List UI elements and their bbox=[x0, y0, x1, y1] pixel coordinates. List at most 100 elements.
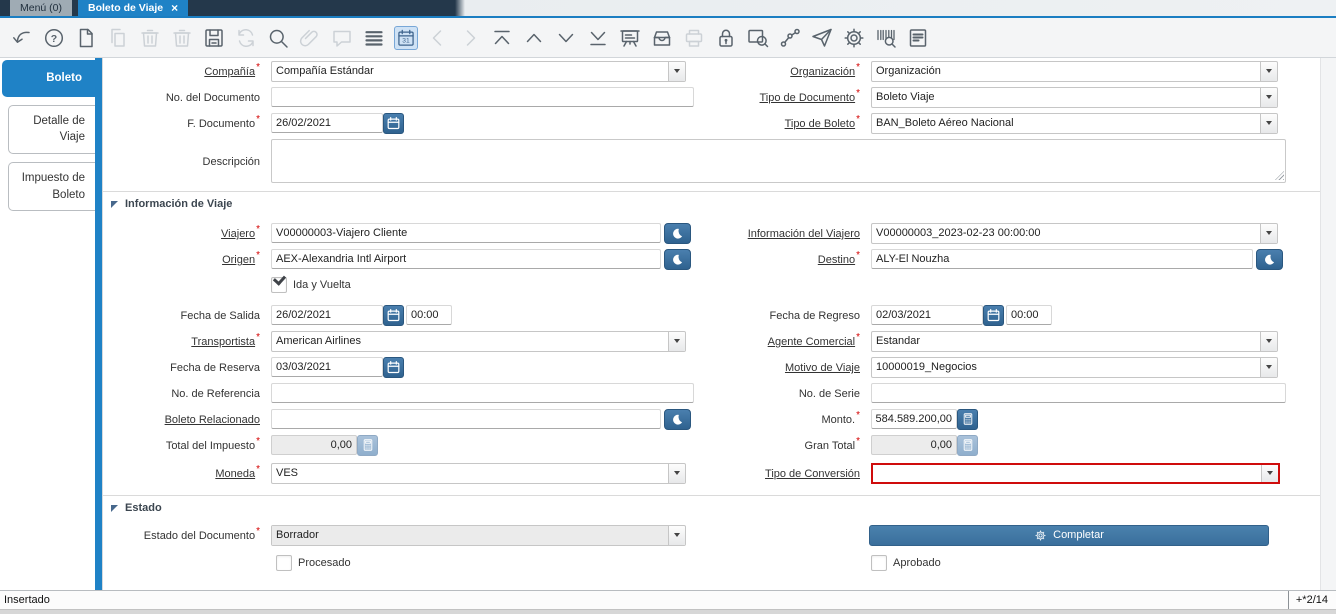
viajero-input[interactable]: V00000003-Viajero Cliente bbox=[271, 223, 661, 243]
sidebar-tab-boleto[interactable]: Boleto bbox=[2, 60, 95, 97]
moneda-dropdown-button[interactable] bbox=[668, 463, 685, 483]
fecha-salida-calendar-button[interactable] bbox=[383, 304, 404, 326]
fecha-regreso-time-input[interactable]: 00:00 bbox=[1006, 305, 1052, 325]
destino-label[interactable]: Destino bbox=[818, 254, 855, 266]
estado-documento-combobox[interactable]: Borrador bbox=[271, 524, 686, 546]
grid-toggle-icon[interactable] bbox=[362, 26, 386, 50]
f-documento-value: 26/02/2021 bbox=[276, 117, 332, 129]
f-documento-calendar-button[interactable] bbox=[383, 112, 404, 134]
no-serie-input[interactable] bbox=[871, 383, 1286, 403]
workflow-icon[interactable] bbox=[778, 26, 802, 50]
tipo-conversion-label[interactable]: Tipo de Conversión bbox=[765, 468, 860, 480]
viajero-label[interactable]: Viajero bbox=[221, 228, 255, 240]
transportista-dropdown-button[interactable] bbox=[668, 331, 685, 351]
organizacion-dropdown-button[interactable] bbox=[1260, 61, 1277, 81]
parent-record-icon[interactable] bbox=[522, 26, 546, 50]
agente-comercial-combobox[interactable]: Estandar bbox=[871, 330, 1278, 352]
aprobado-checkbox[interactable] bbox=[871, 555, 887, 571]
moneda-label[interactable]: Moneda bbox=[215, 468, 255, 480]
zoom-across-icon[interactable] bbox=[746, 26, 770, 50]
f-documento-label: F. Documento bbox=[187, 118, 256, 130]
origen-label[interactable]: Origen bbox=[222, 254, 255, 266]
procesado-checkbox[interactable] bbox=[276, 555, 292, 571]
boleto-relacionado-label[interactable]: Boleto Relacionado bbox=[165, 414, 260, 426]
calculator-icon bbox=[961, 412, 975, 426]
gran-total-label: Gran Total bbox=[804, 440, 856, 452]
destino-input[interactable]: ALY-El Nouzha bbox=[871, 249, 1253, 269]
preference-icon[interactable] bbox=[842, 26, 866, 50]
report-icon[interactable] bbox=[618, 26, 642, 50]
last-record-icon[interactable] bbox=[586, 26, 610, 50]
origen-lookup-button[interactable] bbox=[664, 248, 691, 270]
agente-comercial-dropdown-button[interactable] bbox=[1260, 331, 1277, 351]
motivo-viaje-dropdown-button[interactable] bbox=[1260, 357, 1277, 377]
tipo-boleto-combobox[interactable]: BAN_Boleto Aéreo Nacional bbox=[871, 112, 1278, 134]
tipo-documento-label[interactable]: Tipo de Documento bbox=[760, 92, 856, 104]
organizacion-combobox[interactable]: Organización bbox=[871, 60, 1278, 82]
origen-input[interactable]: AEX-Alexandria Intl Airport bbox=[271, 249, 661, 269]
close-icon[interactable]: × bbox=[171, 2, 178, 14]
archive-icon[interactable] bbox=[650, 26, 674, 50]
send-mail-icon[interactable] bbox=[810, 26, 834, 50]
descripcion-textarea[interactable] bbox=[271, 139, 1286, 183]
ida-y-vuelta-checkbox[interactable] bbox=[271, 272, 287, 293]
fecha-reserva-calendar-button[interactable] bbox=[383, 356, 404, 378]
info-viajero-combobox[interactable]: V00000003_2023-02-23 00:00:00 bbox=[871, 222, 1278, 244]
no-referencia-input[interactable] bbox=[271, 383, 694, 403]
first-record-icon[interactable] bbox=[490, 26, 514, 50]
collapse-triangle-icon[interactable] bbox=[111, 504, 118, 512]
fecha-reserva-input[interactable]: 03/03/2021 bbox=[271, 357, 383, 377]
no-documento-input[interactable] bbox=[271, 87, 694, 107]
transportista-label[interactable]: Transportista bbox=[191, 336, 255, 348]
boleto-relacionado-input[interactable] bbox=[271, 409, 661, 429]
calendar-icon[interactable]: 31 bbox=[394, 25, 418, 50]
completar-button[interactable]: Completar bbox=[869, 524, 1269, 546]
tipo-conversion-dropdown-button[interactable] bbox=[1261, 464, 1278, 482]
delete-record-icon bbox=[138, 26, 162, 50]
find-icon[interactable] bbox=[266, 26, 290, 50]
destino-lookup-button[interactable] bbox=[1256, 248, 1283, 270]
undo-icon[interactable] bbox=[10, 26, 34, 50]
compania-combobox[interactable]: Compañía Estándar bbox=[271, 60, 686, 82]
moneda-combobox[interactable]: VES bbox=[271, 462, 686, 484]
info-viajero-dropdown-button[interactable] bbox=[1260, 223, 1277, 243]
boleto-relacionado-lookup-button[interactable] bbox=[664, 408, 691, 430]
organizacion-label[interactable]: Organización bbox=[790, 66, 855, 78]
barcode-scan-icon[interactable] bbox=[874, 26, 898, 50]
lock-icon[interactable] bbox=[714, 26, 738, 50]
aprobado-label: Aprobado bbox=[893, 557, 941, 569]
fecha-regreso-calendar-button[interactable] bbox=[983, 304, 1004, 326]
fecha-salida-time-input[interactable]: 00:00 bbox=[406, 305, 452, 325]
compania-dropdown-button[interactable] bbox=[668, 61, 685, 81]
motivo-viaje-combobox[interactable]: 10000019_Negocios bbox=[871, 356, 1278, 378]
help-icon[interactable]: ? bbox=[42, 26, 66, 50]
collapse-triangle-icon[interactable] bbox=[111, 200, 118, 208]
tipo-documento-dropdown-button[interactable] bbox=[1260, 87, 1277, 107]
tipo-documento-combobox[interactable]: Boleto Viaje bbox=[871, 86, 1278, 108]
tab-menu[interactable]: Menú (0) bbox=[10, 0, 73, 16]
compania-label[interactable]: Compañía bbox=[204, 66, 255, 78]
estado-documento-dropdown-button[interactable] bbox=[668, 525, 685, 545]
transportista-combobox[interactable]: American Airlines bbox=[271, 330, 686, 352]
monto-input[interactable]: 584.589.200,00 bbox=[871, 409, 957, 429]
monto-calculator-button[interactable] bbox=[957, 408, 978, 430]
sidebar-tab-impuesto-de-boleto[interactable]: Impuesto de Boleto bbox=[8, 162, 95, 212]
nav-next-icon bbox=[458, 26, 482, 50]
save-icon[interactable] bbox=[202, 26, 226, 50]
new-record-icon[interactable] bbox=[74, 26, 98, 50]
postit-icon[interactable] bbox=[906, 26, 930, 50]
tipo-conversion-combobox[interactable] bbox=[871, 462, 1280, 484]
info-viajero-label[interactable]: Información del Viajero bbox=[748, 228, 860, 240]
fecha-salida-input[interactable]: 26/02/2021 bbox=[271, 305, 383, 325]
motivo-viaje-label[interactable]: Motivo de Viaje bbox=[785, 362, 860, 374]
fecha-regreso-input[interactable]: 02/03/2021 bbox=[871, 305, 983, 325]
tipo-boleto-dropdown-button[interactable] bbox=[1260, 113, 1277, 133]
tab-boleto-de-viaje[interactable]: Boleto de Viaje × bbox=[78, 0, 189, 16]
viajero-lookup-button[interactable] bbox=[664, 222, 691, 244]
sidebar-tab-detalle-de-viaje[interactable]: Detalle de Viaje bbox=[8, 104, 95, 155]
detail-record-icon[interactable] bbox=[554, 26, 578, 50]
agente-comercial-label[interactable]: Agente Comercial bbox=[768, 336, 855, 348]
scroll-gutter[interactable] bbox=[1320, 58, 1336, 590]
f-documento-input[interactable]: 26/02/2021 bbox=[271, 113, 383, 133]
tipo-boleto-label[interactable]: Tipo de Boleto bbox=[785, 118, 856, 130]
